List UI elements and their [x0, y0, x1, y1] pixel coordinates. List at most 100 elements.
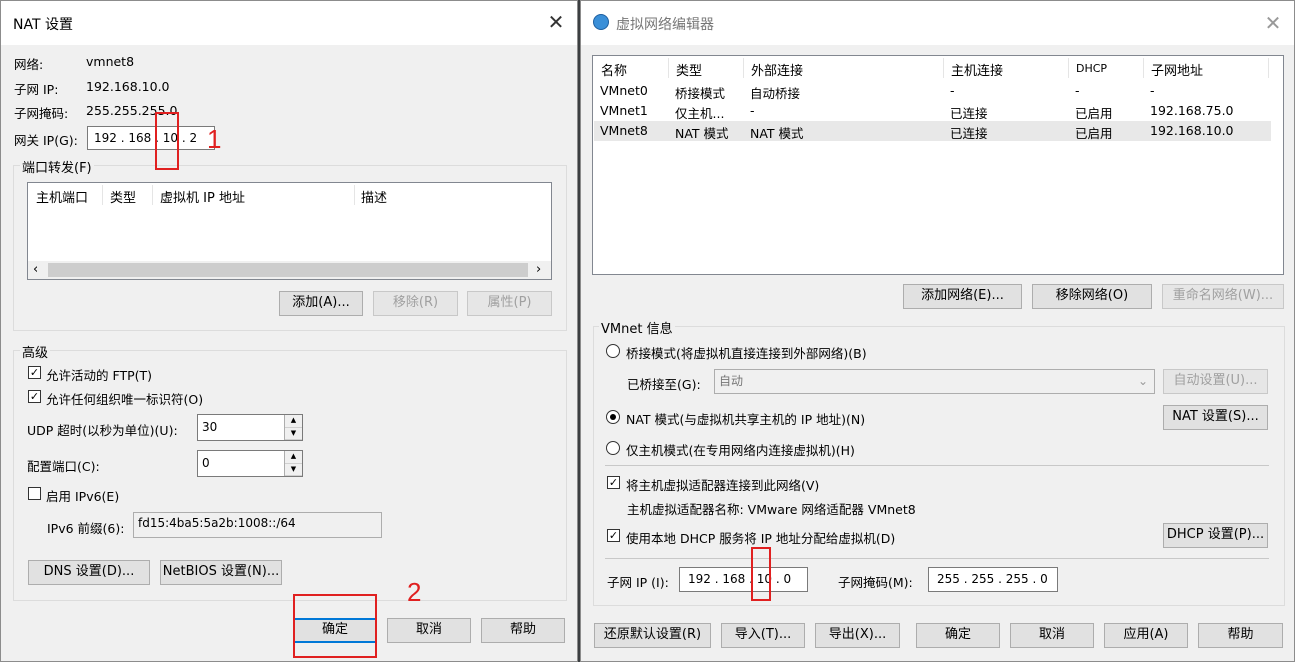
- subnet-octet-4: 0: [783, 572, 792, 586]
- col-external[interactable]: 外部连接: [751, 60, 803, 79]
- add-network-button[interactable]: 添加网络(E)...: [903, 284, 1022, 309]
- nat-settings-button[interactable]: NAT 设置(S)...: [1163, 405, 1268, 430]
- cell-dhcp: 已启用: [1075, 106, 1113, 121]
- vne-subnet-mask-label: 子网掩码(M):: [838, 575, 913, 590]
- octet-dot: .: [714, 572, 719, 586]
- col-subnet[interactable]: 子网地址: [1151, 60, 1203, 79]
- column-divider: [1143, 58, 1144, 78]
- auto-settings-button[interactable]: 自动设置(U)...: [1163, 369, 1268, 394]
- cell-type: 仅主机...: [675, 106, 725, 121]
- cell-dhcp: -: [1075, 83, 1080, 98]
- connect-adapter-checkbox[interactable]: ✓: [607, 476, 620, 489]
- column-divider: [1268, 58, 1269, 78]
- cell-subnet: 192.168.10.0: [1150, 123, 1234, 138]
- gateway-ip-field[interactable]: 192 . 168 . 10 . 2: [87, 126, 215, 150]
- connect-adapter-label[interactable]: 将主机虚拟适配器连接到此网络(V): [626, 475, 819, 494]
- cell-external: -: [750, 103, 755, 118]
- pf-col-host-port[interactable]: 主机端口: [36, 187, 88, 206]
- enable-ipv6-label[interactable]: 启用 IPv6(E): [46, 486, 119, 505]
- pf-col-desc[interactable]: 描述: [361, 187, 387, 206]
- config-port-field[interactable]: 0 ▲ ▼: [197, 450, 303, 477]
- bridge-mode-radio[interactable]: [606, 344, 620, 358]
- octet-dot: .: [775, 572, 780, 586]
- udp-timeout-label: UDP 超时(以秒为单位)(U):: [27, 423, 178, 438]
- col-name[interactable]: 名称: [601, 60, 627, 79]
- allow-ftp-checkbox[interactable]: ✓: [28, 366, 41, 379]
- chevron-right-icon[interactable]: ›: [536, 262, 541, 277]
- use-dhcp-checkbox[interactable]: ✓: [607, 529, 620, 542]
- vne-subnet-ip-field[interactable]: 192 . 168 . 10 . 0: [679, 567, 808, 592]
- vne-ok-button[interactable]: 确定: [916, 623, 1000, 648]
- cell-dhcp: 已启用: [1075, 126, 1113, 141]
- apply-button[interactable]: 应用(A): [1104, 623, 1188, 648]
- cancel-button[interactable]: 取消: [387, 618, 471, 643]
- col-host[interactable]: 主机连接: [951, 60, 1003, 79]
- netbios-settings-button[interactable]: NetBIOS 设置(N)...: [160, 560, 282, 585]
- pf-col-type[interactable]: 类型: [110, 187, 136, 206]
- pf-add-button[interactable]: 添加(A)...: [279, 291, 363, 316]
- col-dhcp[interactable]: DHCP: [1076, 62, 1107, 75]
- scrollbar-thumb[interactable]: [48, 263, 528, 277]
- enable-ipv6-checkbox[interactable]: [28, 487, 41, 500]
- horizontal-scrollbar[interactable]: ‹ ›: [28, 261, 551, 279]
- export-button[interactable]: 导出(X)...: [815, 623, 900, 648]
- config-port-stepper[interactable]: ▲ ▼: [284, 451, 302, 476]
- table-row[interactable]: VMnet1 仅主机... - 已连接 已启用 192.168.75.0: [594, 101, 1271, 121]
- allow-org-checkbox[interactable]: ✓: [28, 390, 41, 403]
- stepper-down-icon[interactable]: ▼: [285, 464, 302, 476]
- help-button[interactable]: 帮助: [481, 618, 565, 643]
- host-only-label[interactable]: 仅主机模式(在专用网络内连接虚拟机)(H): [626, 440, 855, 459]
- cell-host: 已连接: [950, 126, 988, 141]
- table-row-selected[interactable]: VMnet8 NAT 模式 NAT 模式 已连接 已启用 192.168.10.…: [594, 121, 1271, 141]
- table-row[interactable]: VMnet0 桥接模式 自动桥接 - - -: [594, 81, 1271, 101]
- vne-title-bar[interactable]: 虚拟网络编辑器 ✕: [581, 1, 1294, 45]
- udp-timeout-stepper[interactable]: ▲ ▼: [284, 415, 302, 440]
- bridged-to-select[interactable]: 自动 ⌄: [714, 369, 1155, 394]
- mask-octet-3: 255: [1005, 572, 1029, 586]
- dhcp-settings-button[interactable]: DHCP 设置(P)...: [1163, 523, 1268, 548]
- nat-mode-radio[interactable]: [606, 410, 620, 424]
- cell-host: 已连接: [950, 106, 988, 121]
- subnet-octet-2: 168: [722, 572, 746, 586]
- rename-network-button[interactable]: 重命名网络(W)...: [1162, 284, 1284, 309]
- ipv6-prefix-field[interactable]: fd15:4ba5:5a2b:1008::/64: [133, 512, 382, 538]
- use-dhcp-label[interactable]: 使用本地 DHCP 服务将 IP 地址分配给虚拟机(D): [626, 528, 895, 547]
- udp-timeout-field[interactable]: 30 ▲ ▼: [197, 414, 303, 441]
- column-divider: [1068, 58, 1069, 78]
- chevron-left-icon[interactable]: ‹: [33, 262, 38, 277]
- stepper-up-icon[interactable]: ▲: [285, 415, 302, 428]
- pf-properties-button[interactable]: 属性(P): [467, 291, 552, 316]
- stepper-down-icon[interactable]: ▼: [285, 428, 302, 440]
- network-value: vmnet8: [86, 54, 135, 69]
- dns-settings-button[interactable]: DNS 设置(D)...: [28, 560, 150, 585]
- remove-network-button[interactable]: 移除网络(O): [1032, 284, 1152, 309]
- nat-mode-label[interactable]: NAT 模式(与虚拟机共享主机的 IP 地址)(N): [626, 409, 865, 428]
- port-forward-list[interactable]: 主机端口 类型 虚拟机 IP 地址 描述 ‹ ›: [27, 182, 552, 280]
- vne-cancel-button[interactable]: 取消: [1010, 623, 1094, 648]
- close-icon[interactable]: ✕: [541, 8, 571, 38]
- mask-octet-2: 255: [971, 572, 995, 586]
- host-only-radio[interactable]: [606, 441, 620, 455]
- globe-icon: [593, 14, 609, 30]
- import-button[interactable]: 导入(T)...: [721, 623, 805, 648]
- divider: [605, 558, 1269, 559]
- subnet-ip-value: 192.168.10.0: [86, 79, 170, 94]
- col-type[interactable]: 类型: [676, 60, 702, 79]
- restore-defaults-button[interactable]: 还原默认设置(R): [594, 623, 711, 648]
- close-icon[interactable]: ✕: [1258, 9, 1288, 39]
- gateway-octet-4: 2: [189, 131, 198, 145]
- vne-subnet-mask-field[interactable]: 255 . 255 . 255 . 0: [928, 567, 1058, 592]
- divider: [605, 465, 1269, 466]
- subnet-octet-1: 192: [688, 572, 711, 586]
- allow-ftp-label[interactable]: 允许活动的 FTP(T): [46, 365, 152, 384]
- allow-org-label[interactable]: 允许任何组织唯一标识符(O): [46, 389, 203, 408]
- pf-remove-button[interactable]: 移除(R): [373, 291, 458, 316]
- pf-col-vm-ip[interactable]: 虚拟机 IP 地址: [160, 187, 245, 206]
- mask-octet-1: 255: [937, 572, 960, 586]
- nat-title-bar[interactable]: NAT 设置 ✕: [1, 1, 577, 45]
- vne-help-button[interactable]: 帮助: [1198, 623, 1283, 648]
- stepper-up-icon[interactable]: ▲: [285, 451, 302, 464]
- bridge-mode-label[interactable]: 桥接模式(将虚拟机直接连接到外部网络)(B): [626, 343, 867, 362]
- column-divider: [743, 58, 744, 78]
- network-list[interactable]: 名称 类型 外部连接 主机连接 DHCP 子网地址 VMnet0 桥接模式 自动…: [592, 55, 1284, 275]
